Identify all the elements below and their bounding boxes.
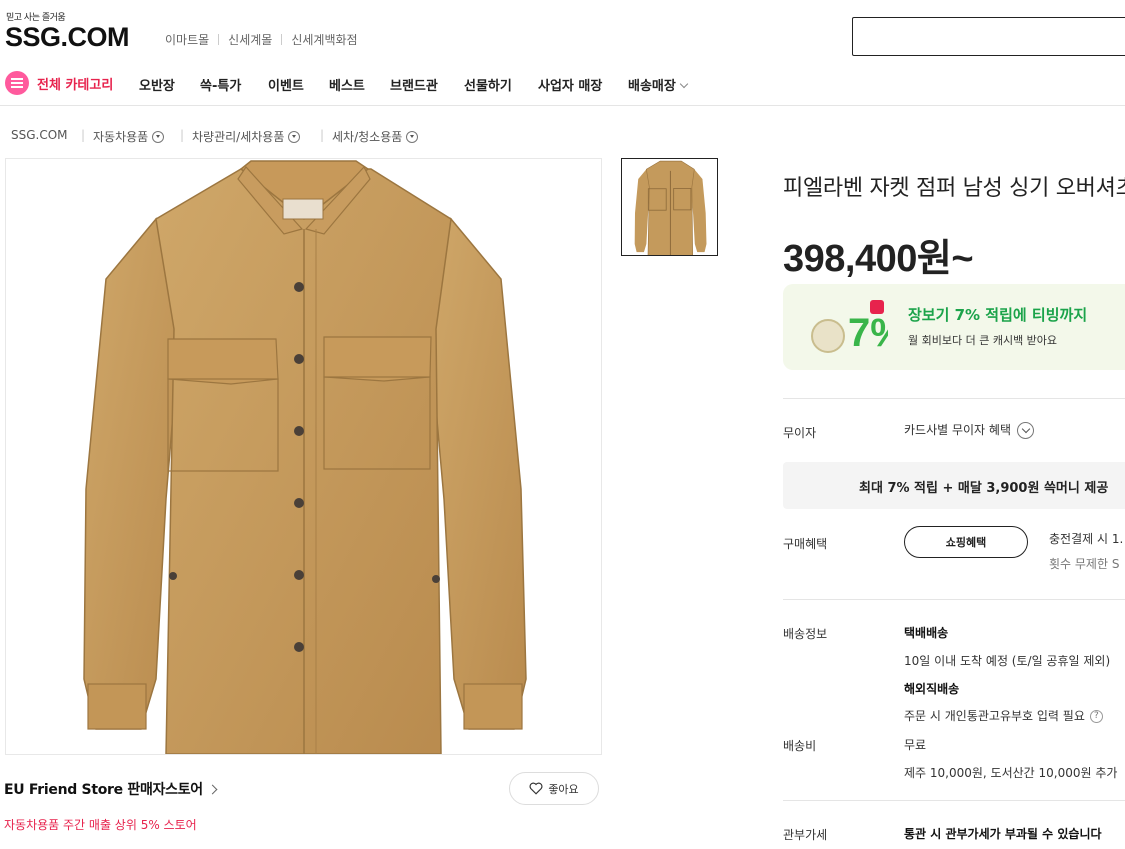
- nav-item-obanjang[interactable]: 오반장: [139, 75, 175, 94]
- shipping-desc-parcel: 10일 이내 도착 예정 (토/일 공휴일 제외): [904, 654, 1111, 668]
- chevron-down-icon: [406, 130, 419, 143]
- help-icon[interactable]: ?: [1089, 710, 1103, 723]
- chevron-right-icon: [207, 784, 218, 794]
- shipping-fee-value: 무료: [904, 738, 927, 752]
- product-thumbnail[interactable]: [621, 158, 718, 256]
- shipping-desc-overseas-text: 주문 시 개인통관고유부호 입력 필요: [904, 709, 1085, 723]
- heart-icon: [529, 782, 543, 795]
- seller-badge-text: 자동차용품 주간 매출 상위 5% 스토어: [4, 818, 197, 832]
- like-label: 좋아요: [548, 782, 579, 796]
- breadcrumb-home[interactable]: SSG.COM: [11, 128, 68, 142]
- chevron-down-icon: [679, 79, 689, 89]
- affiliate-shinsegae-dept[interactable]: 신세계백화점: [291, 31, 357, 48]
- benefit-info-text: 최대 7% 적립 + 매달 3,900원 쓱머니 제공: [859, 481, 1109, 496]
- shipping-label: 배송정보: [783, 627, 828, 641]
- ssg-logo[interactable]: SSG.COM: [5, 22, 130, 53]
- breadcrumb-sep: |: [81, 128, 86, 142]
- chevron-down-icon: [152, 130, 165, 143]
- interest-value: 카드사별 무이자 혜택: [904, 423, 1011, 437]
- seller-store-link[interactable]: EU Friend Store 판매자스토어: [4, 779, 218, 799]
- all-categories-button[interactable]: 전체 카테고리: [5, 71, 113, 95]
- seller-name: EU Friend Store 판매자스토어: [4, 782, 203, 798]
- divider: [783, 599, 1125, 600]
- breadcrumb-item-auto[interactable]: 자동차용품: [93, 128, 165, 145]
- affiliate-shinsegae-mall[interactable]: 신세계몰: [228, 31, 272, 48]
- nav-item-business[interactable]: 사업자 매장: [538, 75, 602, 94]
- divider: [783, 398, 1125, 399]
- product-main-image[interactable]: [5, 158, 602, 755]
- nav-item-delivery-store-label: 배송매장: [628, 79, 676, 94]
- shipping-fee-label: 배송비: [783, 739, 817, 753]
- nav-item-event[interactable]: 이벤트: [268, 75, 304, 94]
- interest-label: 무이자: [783, 426, 817, 440]
- jacket-thumbnail-illustration: [634, 160, 707, 255]
- breadcrumb-item-wash[interactable]: 세차/청소용품: [332, 128, 419, 145]
- all-categories-label: 전체 카테고리: [37, 77, 114, 93]
- customs-value: 통관 시 관부가세가 부과될 수 있습니다: [904, 827, 1102, 841]
- breadcrumb-sep: |: [320, 128, 325, 142]
- nav-item-delivery-store[interactable]: 배송매장: [628, 75, 689, 94]
- breadcrumb-sep: |: [180, 128, 185, 142]
- jacket-illustration: [83, 160, 527, 754]
- shipping-type-overseas: 해외직배송: [904, 682, 960, 696]
- nav-item-brand[interactable]: 브랜드관: [390, 75, 438, 94]
- like-button[interactable]: 좋아요: [509, 772, 599, 805]
- divider: [218, 34, 220, 45]
- interest-benefit-link[interactable]: 카드사별 무이자 혜택: [904, 421, 1034, 439]
- shipping-fee-extra: 제주 10,000원, 도서산간 10,000원 추가: [904, 766, 1118, 780]
- breadcrumb-label: 차량관리/세차용품: [192, 130, 285, 144]
- chevron-down-icon: [288, 130, 301, 143]
- breadcrumb-item-care[interactable]: 차량관리/세차용품: [192, 128, 301, 145]
- nav-item-best[interactable]: 베스트: [329, 75, 365, 94]
- product-price: 398,400원~: [783, 238, 974, 280]
- shipping-desc-overseas: 주문 시 개인통관고유부호 입력 필요?: [904, 707, 1103, 724]
- purchase-benefit-label: 구매혜택: [783, 537, 828, 551]
- affiliate-emart[interactable]: 이마트몰: [165, 31, 209, 48]
- promo-title: 장보기 7% 적립에 티빙까지: [908, 306, 1088, 324]
- purchase-benefit-line1: 충전결제 시 1.: [1049, 532, 1124, 546]
- customs-label: 관부가세: [783, 828, 828, 842]
- shipping-type-parcel: 택배배송: [904, 626, 949, 640]
- breadcrumb-label: 자동차용품: [93, 130, 149, 144]
- shopping-benefit-button[interactable]: 쇼핑혜택: [904, 526, 1028, 558]
- promo-7-percent-icon: 7%: [808, 296, 906, 358]
- search-input[interactable]: [852, 17, 1125, 56]
- nav-item-gift[interactable]: 선물하기: [464, 75, 512, 94]
- purchase-benefit-line2: 횟수 무제한 S: [1049, 557, 1120, 571]
- breadcrumb-label: 세차/청소용품: [332, 130, 403, 144]
- nav-item-ssg-deal[interactable]: 쓱-특가: [200, 75, 241, 94]
- divider: [783, 800, 1125, 801]
- product-title: 피엘라벤 자켓 점퍼 남성 싱기 오버셔츠: [783, 176, 1125, 201]
- divider: [281, 34, 283, 45]
- chevron-down-icon: [1017, 422, 1034, 439]
- svg-text:7%: 7%: [848, 311, 888, 355]
- menu-icon: [5, 71, 29, 95]
- affiliate-links: 이마트몰 신세계몰 신세계백화점: [165, 31, 358, 48]
- promo-subtitle: 월 회비보다 더 큰 캐시백 받아요: [908, 334, 1058, 347]
